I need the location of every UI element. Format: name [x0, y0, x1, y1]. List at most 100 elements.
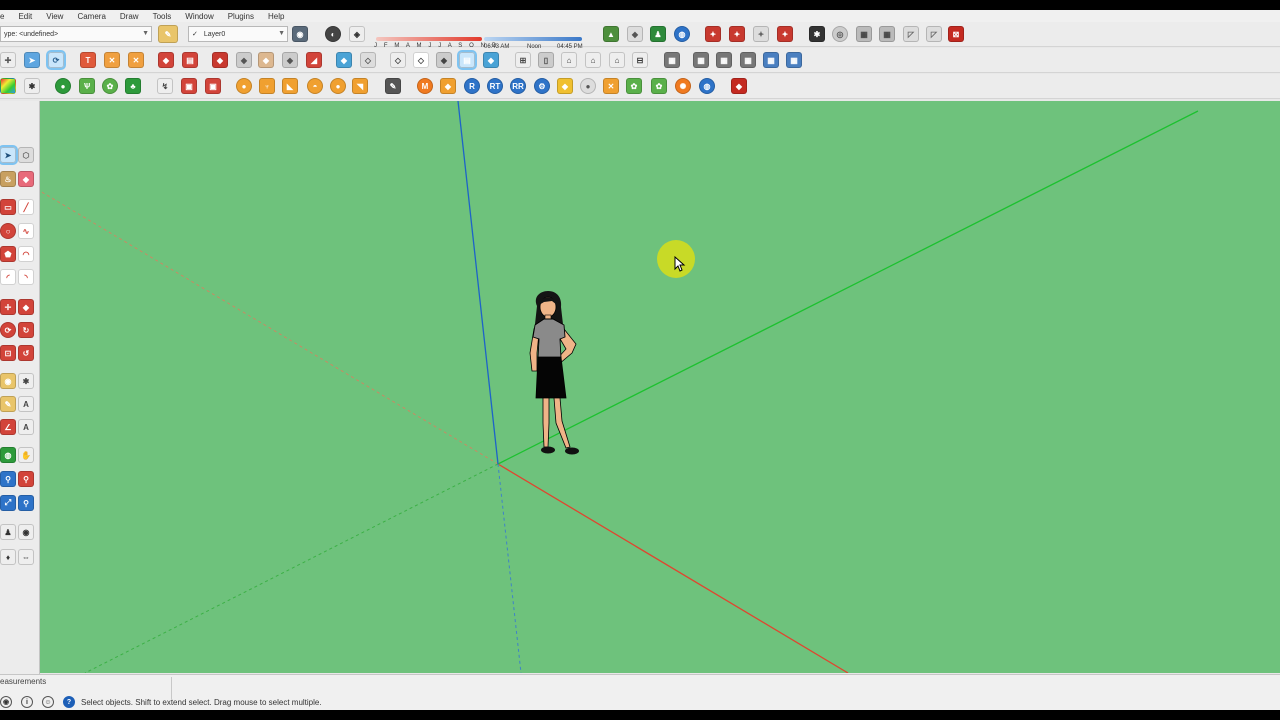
layer-manager-icon[interactable]: ◉: [292, 26, 308, 42]
layer-dropdown[interactable]: ✓ Layer0 ▼: [188, 26, 288, 42]
polygon-tool-icon[interactable]: ⬟: [0, 246, 16, 262]
menu-draw[interactable]: Draw: [113, 12, 146, 21]
left-view-icon[interactable]: ⊟: [632, 52, 648, 68]
back-view-icon[interactable]: ⌂: [609, 52, 625, 68]
dome-light-icon[interactable]: ◓: [307, 78, 323, 94]
roof-icon[interactable]: ▦: [716, 52, 732, 68]
shrub-icon[interactable]: ♣: [125, 78, 141, 94]
stairs-icon[interactable]: ▦: [693, 52, 709, 68]
house-icon[interactable]: ⌂: [561, 52, 577, 68]
shadow-toggle-icon[interactable]: ◐: [325, 26, 341, 42]
ruby-console-icon[interactable]: ◆: [731, 78, 747, 94]
color-wheel-icon[interactable]: [0, 78, 16, 94]
axes-icon[interactable]: ✕: [104, 52, 120, 68]
scatter-icon[interactable]: ✿: [651, 78, 667, 94]
menu-tools[interactable]: Tools: [146, 12, 179, 21]
select-icon[interactable]: ➤: [24, 52, 40, 68]
window-icon[interactable]: ▦: [740, 52, 756, 68]
right-view-icon[interactable]: ⌂: [585, 52, 601, 68]
walk-tool-icon[interactable]: ♦: [0, 549, 16, 565]
sphere-icon[interactable]: ●: [236, 78, 252, 94]
orbit-icon[interactable]: ⟳: [46, 50, 66, 70]
menu-view[interactable]: View: [39, 12, 70, 21]
tape-tool-icon[interactable]: ◉: [0, 373, 16, 389]
door-icon[interactable]: ▦: [763, 52, 779, 68]
zoom-window-tool-icon[interactable]: ⚲: [18, 471, 34, 487]
style-dropdown[interactable]: ype: <undefined> ▼: [0, 26, 152, 42]
follow-me-icon[interactable]: ▤: [182, 52, 198, 68]
add-detail-icon[interactable]: ◸: [903, 26, 919, 42]
make-component-tool-icon[interactable]: ⬡: [18, 147, 34, 163]
section-tool-icon[interactable]: ⇔: [18, 549, 34, 565]
select-tool-icon[interactable]: ➤: [0, 145, 18, 165]
menu-help[interactable]: Help: [261, 12, 291, 21]
shaded-icon[interactable]: ◆: [436, 52, 452, 68]
outer-shell-icon[interactable]: ◆: [236, 52, 252, 68]
look-around-icon[interactable]: ◉: [18, 524, 34, 540]
column-icon[interactable]: ▦: [786, 52, 802, 68]
protractor-icon[interactable]: ✕: [128, 52, 144, 68]
hidden-line-icon[interactable]: ◇: [413, 52, 429, 68]
pie-tool-icon[interactable]: ◜: [0, 269, 16, 285]
3d-warehouse-icon[interactable]: ✦: [705, 26, 721, 42]
camera-tool-icon[interactable]: ✎: [385, 78, 401, 94]
zoom-extents-tool-icon[interactable]: ⤢: [0, 495, 16, 511]
protractor-tool-icon[interactable]: ∠: [0, 419, 16, 435]
wireframe-icon[interactable]: ◇: [390, 52, 406, 68]
fog-icon[interactable]: ◈: [349, 26, 365, 42]
group-icon[interactable]: ▣: [205, 78, 221, 94]
pan-tool-icon[interactable]: ✋: [18, 447, 34, 463]
sandbox-icon[interactable]: ✱: [809, 26, 825, 42]
lamp-icon[interactable]: ♆: [259, 78, 275, 94]
scale-figure[interactable]: [529, 291, 579, 455]
area-light-icon[interactable]: ◥: [352, 78, 368, 94]
geo-location-icon[interactable]: ▲: [603, 26, 619, 42]
tag-icon[interactable]: ◆: [557, 78, 573, 94]
add-location-icon[interactable]: ♟: [650, 26, 666, 42]
push-pull-tool-icon[interactable]: ◆: [18, 299, 34, 315]
tape-measure-icon[interactable]: T: [80, 52, 96, 68]
axes-tool-icon[interactable]: ✱: [18, 373, 34, 389]
date-slider[interactable]: [376, 37, 482, 41]
smoove-icon[interactable]: ◎: [832, 26, 848, 42]
render-icon[interactable]: R: [464, 78, 480, 94]
info-icon[interactable]: i: [21, 696, 33, 708]
solid-split-icon[interactable]: ◢: [306, 52, 322, 68]
walls-icon[interactable]: ▦: [664, 52, 680, 68]
sun-icon[interactable]: ✺: [675, 78, 691, 94]
paint-bucket-tool-icon[interactable]: ♨: [0, 171, 16, 187]
component-icon[interactable]: ▣: [181, 78, 197, 94]
proxy-icon[interactable]: ✿: [626, 78, 642, 94]
front-view-icon[interactable]: ▯: [538, 52, 554, 68]
flower-icon[interactable]: ✿: [102, 78, 118, 94]
dimension-tool-icon[interactable]: ✎: [0, 396, 16, 412]
arrow-select-icon[interactable]: ✱: [24, 78, 40, 94]
zoom-tool-icon[interactable]: ⚲: [0, 471, 16, 487]
figure-icon[interactable]: ↯: [157, 78, 173, 94]
menu-window[interactable]: Window: [178, 12, 220, 21]
follow-me-tool-icon[interactable]: ↻: [18, 322, 34, 338]
menu-file[interactable]: e: [0, 12, 11, 21]
solid-union-icon[interactable]: ◆: [258, 52, 274, 68]
monochrome-icon[interactable]: ◆: [483, 52, 499, 68]
shaded-texture-icon[interactable]: ▤: [457, 50, 477, 70]
menu-plugins[interactable]: Plugins: [221, 12, 261, 21]
user-icon[interactable]: ☺: [42, 696, 54, 708]
position-camera-icon[interactable]: ♟: [0, 524, 16, 540]
stamp-icon[interactable]: ▦: [856, 26, 872, 42]
extension-warehouse-icon[interactable]: ✦: [777, 26, 793, 42]
geo-status-icon[interactable]: ◉: [0, 696, 12, 708]
solid-subtract-icon[interactable]: ◆: [282, 52, 298, 68]
point-light-icon[interactable]: ●: [330, 78, 346, 94]
line-tool-icon[interactable]: ╱: [18, 199, 34, 215]
menu-edit[interactable]: Edit: [11, 12, 39, 21]
flip-edge-icon[interactable]: ◸: [926, 26, 942, 42]
tree-icon[interactable]: ●: [55, 78, 71, 94]
move-tool-icon[interactable]: ✛: [0, 299, 16, 315]
previous-view-icon[interactable]: ⚲: [18, 495, 34, 511]
spotlight-icon[interactable]: ◣: [282, 78, 298, 94]
style-builder-icon[interactable]: ✎: [158, 25, 178, 43]
move-icon[interactable]: ✛: [0, 52, 16, 68]
arc-tool-icon[interactable]: ◠: [18, 246, 34, 262]
x-ray-icon[interactable]: ◇: [360, 52, 376, 68]
